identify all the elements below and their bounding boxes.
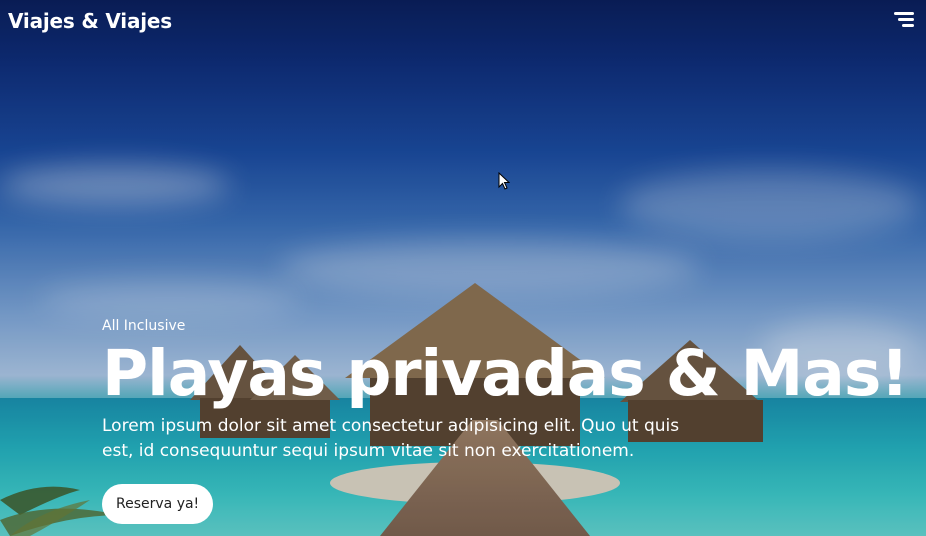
reserve-button[interactable]: Reserva ya! [102,484,214,524]
hero-headline: Playas privadas & Mas! [102,337,909,410]
mouse-cursor-icon [498,172,510,190]
hamburger-menu-icon[interactable] [894,11,914,29]
menu-line [894,12,914,15]
menu-line [902,24,914,27]
hero-content: All Inclusive Playas privadas & Mas! Lor… [102,318,909,464]
hero-section: Viajes & Viajes All Inclusive Playas pri… [0,0,926,536]
hero-kicker: All Inclusive [102,318,186,334]
navbar: Viajes & Viajes [0,0,926,44]
menu-line [898,18,914,21]
hero-description: Lorem ipsum dolor sit amet consectetur a… [102,416,680,461]
brand-logo[interactable]: Viajes & Viajes [8,9,172,33]
